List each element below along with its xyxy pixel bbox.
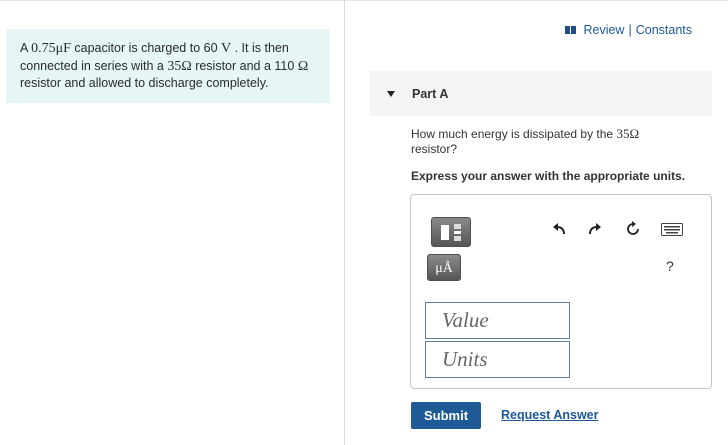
part-a-header[interactable]: Part A <box>370 71 712 116</box>
redo-icon[interactable] <box>587 221 603 237</box>
question-text: How much energy is dissipated by the 35Ω… <box>411 126 711 157</box>
template-block-icon <box>441 225 449 240</box>
problem-prefix: A <box>20 41 32 55</box>
link-separator: | <box>628 23 632 37</box>
review-link[interactable]: Review <box>583 23 624 37</box>
units-input[interactable]: Units <box>425 341 570 378</box>
answer-box: μÅ ? Value Units <box>410 194 712 389</box>
problem-text-3: resistor and a 110 <box>191 58 298 73</box>
template-bar-icon <box>454 231 461 234</box>
undo-icon[interactable] <box>551 221 567 237</box>
templates-button[interactable] <box>431 217 471 247</box>
problem-text-1: capacitor is charged to 60 <box>70 41 222 55</box>
instruction-text: Express your answer with the appropriate… <box>411 169 686 183</box>
problem-text-4: resistor and allowed to discharge comple… <box>20 76 269 90</box>
template-small-icon-2 <box>454 236 461 241</box>
help-button[interactable]: ? <box>666 258 674 274</box>
units-button[interactable]: μÅ <box>427 254 461 281</box>
question-resistance: 35Ω <box>616 126 640 141</box>
submit-button[interactable]: Submit <box>411 402 481 429</box>
part-title: Part A <box>412 86 449 101</box>
question-body: How much energy is dissipated by the <box>411 127 617 141</box>
template-small-icon <box>454 224 461 229</box>
problem-pane: A 0.75μF capacitor is charged to 60 V . … <box>0 0 345 445</box>
problem-statement: A 0.75μF capacitor is charged to 60 V . … <box>6 29 330 103</box>
resistance-value: 35Ω <box>167 58 192 74</box>
keyboard-icon[interactable] <box>661 223 683 236</box>
value-input[interactable]: Value <box>425 302 570 339</box>
top-links: Review | Constants <box>565 23 692 37</box>
volt-unit: V <box>221 41 232 56</box>
reset-icon[interactable] <box>624 220 642 238</box>
constants-link[interactable]: Constants <box>636 23 692 37</box>
ohm-unit: Ω <box>297 58 309 74</box>
capacitance-value: 0.75μF <box>31 41 71 56</box>
question-end: resistor? <box>411 142 458 156</box>
collapse-caret-icon[interactable] <box>387 90 395 97</box>
book-icon <box>565 26 577 34</box>
request-answer-link[interactable]: Request Answer <box>501 408 598 422</box>
